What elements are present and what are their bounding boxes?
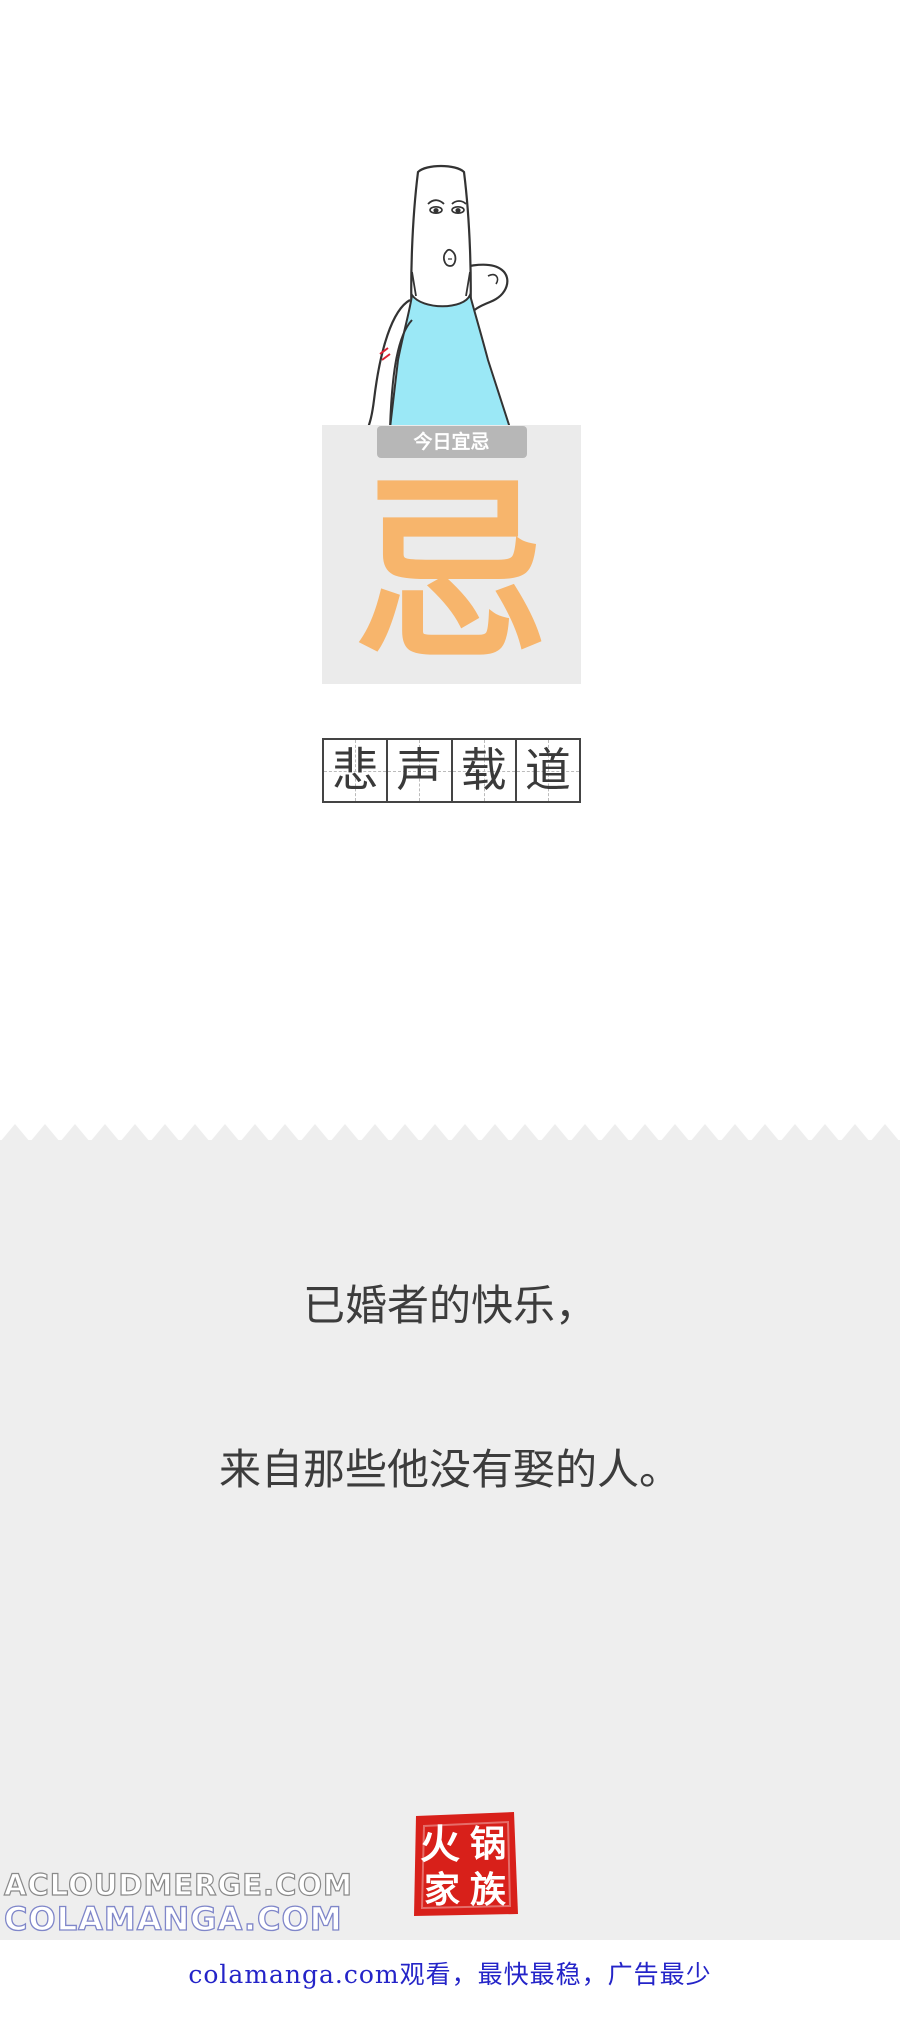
svg-text:族: 族: [470, 1869, 506, 1911]
idiom-cell: 声: [388, 740, 453, 801]
character-illustration: [366, 164, 512, 429]
idiom-char: 悲: [332, 743, 379, 797]
idiom-char: 载: [460, 743, 507, 797]
svg-text:家: 家: [424, 1869, 460, 1911]
zigzag-edge: [0, 1124, 900, 1142]
daily-dos-donts-card: 今日宜忌 忌: [322, 425, 581, 684]
idiom-grid: 悲 声 载 道: [322, 738, 581, 803]
watermark-line-1: ACLOUDMERGE.COM: [3, 1867, 353, 1902]
idiom-char: 道: [524, 743, 571, 797]
card-glyph: 忌: [353, 459, 550, 687]
card-tag: 今日宜忌: [376, 426, 527, 458]
comic-page: 今日宜忌 忌 悲 声 载 道 已婚者的快乐， 来自那些他没有娶的人。 火 锅 家…: [0, 0, 900, 2034]
footer-link[interactable]: colamanga.com观看，最快最稳，广告最少: [0, 1955, 900, 1991]
quote-line-2: 来自那些他没有娶的人。: [218, 1445, 681, 1494]
idiom-cell: 道: [516, 740, 580, 801]
svg-text:火: 火: [420, 1822, 460, 1868]
watermark-line-2: COLAMANGA.COM: [3, 1899, 343, 1938]
quote-line-1: 已婚者的快乐，: [302, 1281, 597, 1330]
idiom-cell: 载: [452, 740, 517, 801]
svg-text:锅: 锅: [470, 1823, 506, 1865]
idiom-cell: 悲: [324, 740, 389, 801]
seal-stamp-icon: 火 锅 家 族: [414, 1812, 518, 1916]
idiom-char: 声: [396, 743, 443, 797]
